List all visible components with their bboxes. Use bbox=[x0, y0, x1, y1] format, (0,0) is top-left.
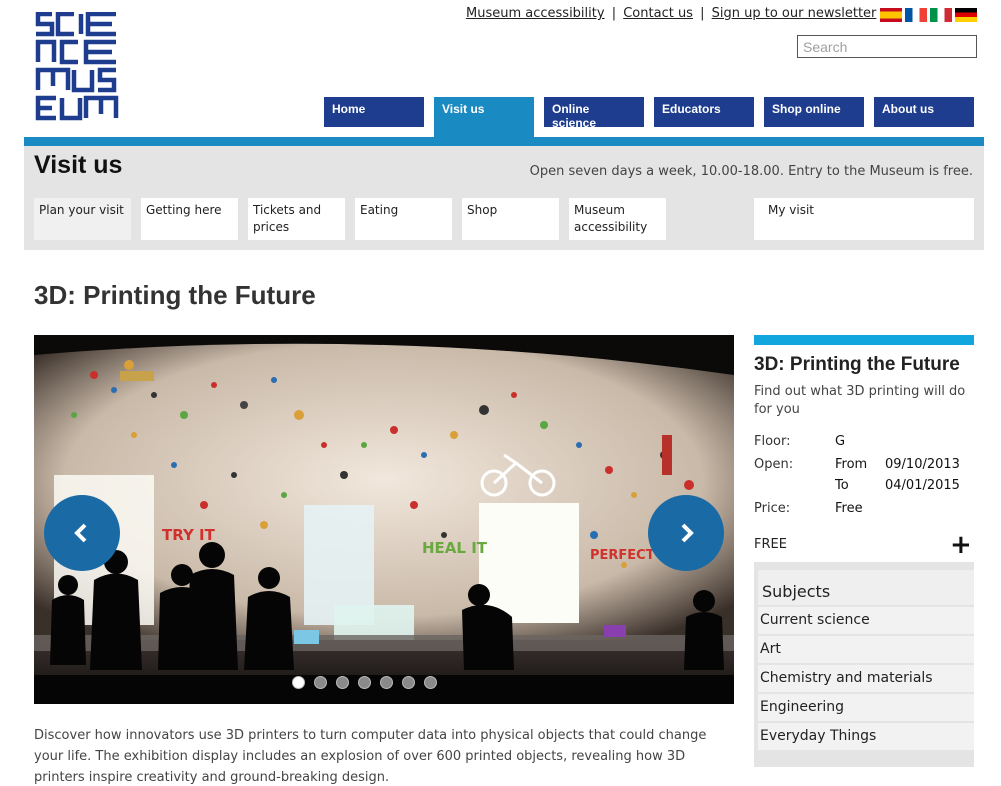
logo-icon bbox=[35, 12, 119, 121]
exhibition-description: Discover how innovators use 3D printers … bbox=[34, 728, 707, 785]
free-row[interactable]: FREE + bbox=[754, 530, 974, 560]
language-flags bbox=[880, 8, 977, 22]
page-title: 3D: Printing the Future bbox=[34, 280, 316, 310]
chevron-right-icon bbox=[681, 523, 694, 543]
info-title: 3D: Printing the Future bbox=[754, 354, 960, 375]
subject-current-science[interactable]: Current science bbox=[758, 607, 974, 634]
subjects-panel: Subjects Current science Art Chemistry a… bbox=[754, 562, 974, 767]
subject-everyday-things[interactable]: Everyday Things bbox=[758, 723, 974, 750]
info-accent-bar bbox=[754, 335, 974, 345]
utility-links: Museum accessibility | Contact us | Sign… bbox=[466, 6, 876, 21]
subject-chemistry-and-materials[interactable]: Chemistry and materials bbox=[758, 665, 974, 692]
nav-tab-shop-online[interactable]: Shop online bbox=[764, 97, 864, 127]
contact-us-link[interactable]: Contact us bbox=[623, 6, 693, 21]
subnav-tickets-and-prices[interactable]: Tickets and prices bbox=[248, 198, 345, 240]
carousel-dot-1[interactable] bbox=[292, 676, 305, 689]
carousel-dot-7[interactable] bbox=[424, 676, 437, 689]
carousel-dot-2[interactable] bbox=[314, 676, 327, 689]
open-label: Open: bbox=[754, 457, 794, 472]
my-visit-button[interactable]: My visit bbox=[754, 198, 974, 240]
floor-value: G bbox=[835, 434, 846, 449]
opening-hours-note: Open seven days a week, 10.00-18.00. Ent… bbox=[529, 164, 973, 179]
wall-text-heal-it: HEAL IT bbox=[422, 539, 488, 557]
museum-accessibility-link[interactable]: Museum accessibility bbox=[466, 6, 605, 21]
search-input[interactable] bbox=[797, 35, 977, 58]
subnav-getting-here[interactable]: Getting here bbox=[141, 198, 238, 240]
price-value: Free bbox=[835, 501, 863, 516]
wall-text-try-it: TRY IT bbox=[162, 526, 216, 544]
subject-art[interactable]: Art bbox=[758, 636, 974, 663]
subnav-museum-accessibility[interactable]: Museum accessibility bbox=[569, 198, 666, 240]
subject-engineering[interactable]: Engineering bbox=[758, 694, 974, 721]
science-museum-logo[interactable] bbox=[34, 12, 120, 122]
separator: | bbox=[611, 6, 617, 21]
open-to-label: To bbox=[835, 478, 849, 493]
spain-flag-icon[interactable] bbox=[880, 8, 902, 22]
image-carousel[interactable]: TRY IT HEAL IT PERFECT IT bbox=[34, 335, 734, 704]
price-label: Price: bbox=[754, 501, 791, 516]
nav-tab-visit-us[interactable]: Visit us bbox=[434, 97, 534, 137]
nav-tab-about-us[interactable]: About us bbox=[874, 97, 974, 127]
subjects-heading: Subjects bbox=[758, 570, 974, 605]
floor-label: Floor: bbox=[754, 434, 791, 449]
nav-tab-home[interactable]: Home bbox=[324, 97, 424, 127]
open-to-date: 04/01/2015 bbox=[885, 478, 960, 493]
chevron-left-icon bbox=[74, 523, 87, 543]
free-label: FREE bbox=[754, 537, 787, 552]
newsletter-link[interactable]: Sign up to our newsletter bbox=[712, 6, 877, 21]
carousel-next-button[interactable] bbox=[648, 495, 724, 571]
nav-rule bbox=[24, 137, 984, 146]
carousel-prev-button[interactable] bbox=[44, 495, 120, 571]
italy-flag-icon[interactable] bbox=[930, 8, 952, 22]
exhibition-photo: TRY IT HEAL IT PERFECT IT bbox=[34, 335, 734, 704]
open-from-label: From bbox=[835, 457, 868, 472]
nav-tab-online-science[interactable]: Online science bbox=[544, 97, 644, 130]
subnav-eating[interactable]: Eating bbox=[355, 198, 452, 240]
carousel-dot-4[interactable] bbox=[358, 676, 371, 689]
subnav-plan-your-visit[interactable]: Plan your visit bbox=[34, 198, 131, 240]
carousel-dots bbox=[292, 676, 437, 689]
plus-icon[interactable]: + bbox=[950, 530, 972, 560]
info-subtitle: Find out what 3D printing will do for yo… bbox=[754, 384, 966, 417]
france-flag-icon[interactable] bbox=[905, 8, 927, 22]
carousel-dot-3[interactable] bbox=[336, 676, 349, 689]
subnav-shop[interactable]: Shop bbox=[462, 198, 559, 240]
carousel-dot-5[interactable] bbox=[380, 676, 393, 689]
open-from-date: 09/10/2013 bbox=[885, 457, 960, 472]
carousel-dot-6[interactable] bbox=[402, 676, 415, 689]
separator: | bbox=[700, 6, 705, 21]
nav-tab-educators[interactable]: Educators bbox=[654, 97, 754, 127]
section-title: Visit us bbox=[34, 151, 123, 179]
germany-flag-icon[interactable] bbox=[955, 8, 977, 22]
